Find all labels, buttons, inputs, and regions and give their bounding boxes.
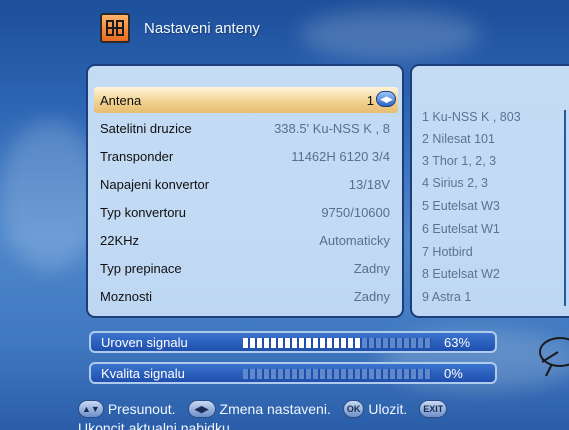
menu-value: Zadny <box>353 288 390 304</box>
exit-button-icon: EXIT <box>419 400 448 418</box>
left-right-arrows-icon: ◀▶ <box>187 400 216 418</box>
menu-label: Typ konvertoru <box>100 204 186 220</box>
menu-value: 11462H 6120 3/4 <box>291 148 390 164</box>
list-item[interactable]: 6 Eutelsat W1 <box>422 222 500 236</box>
menu-label: 22KHz <box>100 232 140 248</box>
list-item[interactable]: 8 Eutelsat W2 <box>422 267 500 281</box>
page-title: Nastaveni anteny <box>144 19 260 37</box>
menu-value: 9750/10600 <box>321 204 390 220</box>
left-right-arrows-icon[interactable]: ◀▶ <box>376 91 396 107</box>
settings-menu: Antena 1 ◀▶ Satelitni druzice 338.5' Ku-… <box>86 64 404 318</box>
menu-label: Transponder <box>100 148 174 164</box>
satellite-dish-icon <box>539 337 569 377</box>
menu-row-antena[interactable]: Antena 1 ◀▶ <box>94 87 398 113</box>
list-item[interactable]: 5 Eutelsat W3 <box>422 199 500 213</box>
tv-screen: Nastaveni anteny Antena 1 ◀▶ Satelitni d… <box>0 0 569 430</box>
menu-value: 338.5' Ku-NSS K , 8 <box>274 120 390 136</box>
menu-value: 1 <box>366 92 374 108</box>
legend-hint: Ukoncit aktualni nabidku <box>78 420 230 430</box>
list-item[interactable]: 1 Ku-NSS K , 803 <box>422 110 521 124</box>
menu-row-transponder[interactable]: Transponder 11462H 6120 3/4 <box>94 143 398 169</box>
signal-level-percent: 63% <box>444 335 471 350</box>
up-down-arrows-icon: ▲▼ <box>78 400 104 418</box>
signal-quality-label: Kvalita signalu <box>101 366 185 381</box>
menu-label: Satelitni druzice <box>100 120 192 136</box>
list-item[interactable]: 9 Astra 1 <box>422 290 471 304</box>
signal-level-fill <box>243 338 362 348</box>
menu-label: Antena <box>100 92 142 108</box>
menu-row-typ-konvertoru[interactable]: Typ konvertoru 9750/10600 <box>94 199 398 225</box>
menu-label: Napajeni konvertor <box>100 176 210 192</box>
menu-row-moznosti[interactable]: Moznosti Zadny <box>94 283 398 309</box>
signal-level-bar <box>243 338 431 348</box>
signal-quality-row: Kvalita signalu 0% <box>89 362 497 384</box>
satellite-dish-icon <box>100 13 130 43</box>
satellite-list: 1 Ku-NSS K , 803 2 Nilesat 101 3 Thor 1,… <box>410 64 569 318</box>
menu-label: Moznosti <box>100 288 153 304</box>
signal-level-label: Uroven signalu <box>101 335 188 350</box>
menu-row-typ-prepinace[interactable]: Typ prepinace Zadny <box>94 255 398 281</box>
menu-value: Automaticky <box>319 232 390 248</box>
key-legend: ▲▼ Presunout. ◀▶ Zmena nastaveni. OK Ulo… <box>78 400 451 418</box>
menu-row-satelitni-druzice[interactable]: Satelitni druzice 338.5' Ku-NSS K , 8 <box>94 115 398 141</box>
menu-value: 13/18V <box>348 176 390 192</box>
legend-move: Presunout. <box>107 401 176 417</box>
menu-row-napajeni-konvertor[interactable]: Napajeni konvertor 13/18V <box>94 171 398 197</box>
list-item[interactable]: 2 Nilesat 101 <box>422 132 495 146</box>
list-scrollbar[interactable] <box>564 110 569 306</box>
list-item[interactable]: 3 Thor 1, 2, 3 <box>422 154 496 168</box>
cloud-decoration <box>300 10 480 60</box>
menu-header: Nastaveni anteny <box>100 13 260 43</box>
menu-label: Typ prepinace <box>100 260 182 276</box>
ok-button-icon: OK <box>342 400 365 418</box>
menu-value: Zadny <box>353 260 390 276</box>
signal-quality-percent: 0% <box>444 366 463 381</box>
signal-level-row: Uroven signalu 63% <box>89 331 497 353</box>
legend-save: Ulozit. <box>368 401 408 417</box>
menu-row-22khz[interactable]: 22KHz Automaticky <box>94 227 398 253</box>
list-item[interactable]: 4 Sirius 2, 3 <box>422 176 488 190</box>
legend-change: Zmena nastaveni. <box>219 401 331 417</box>
signal-quality-bar <box>243 369 431 379</box>
cloud-decoration <box>0 120 100 270</box>
list-item[interactable]: 7 Hotbird <box>422 245 473 259</box>
